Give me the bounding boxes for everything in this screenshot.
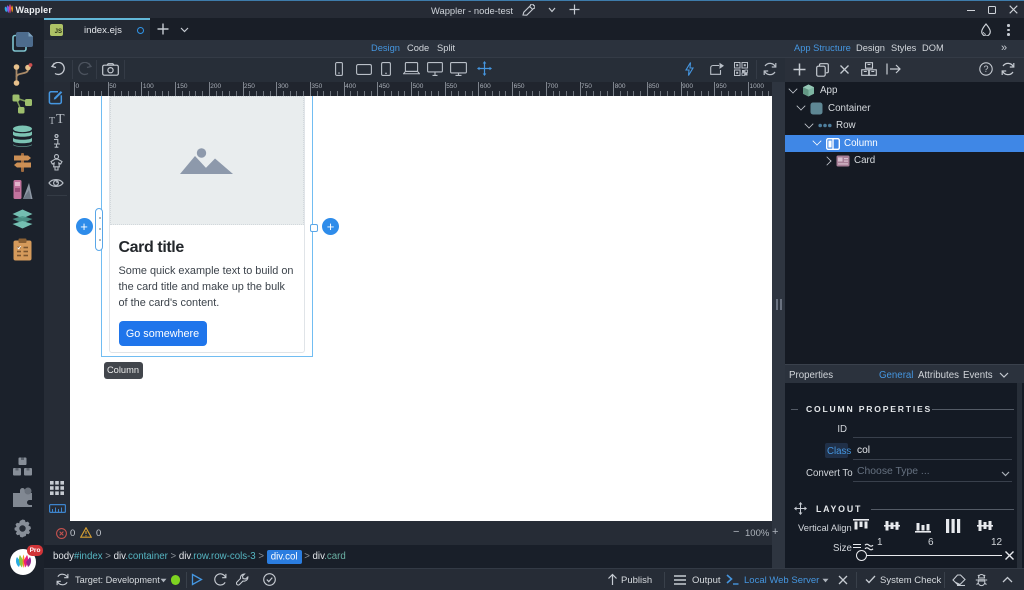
svg-text:?: ? [983, 64, 988, 74]
